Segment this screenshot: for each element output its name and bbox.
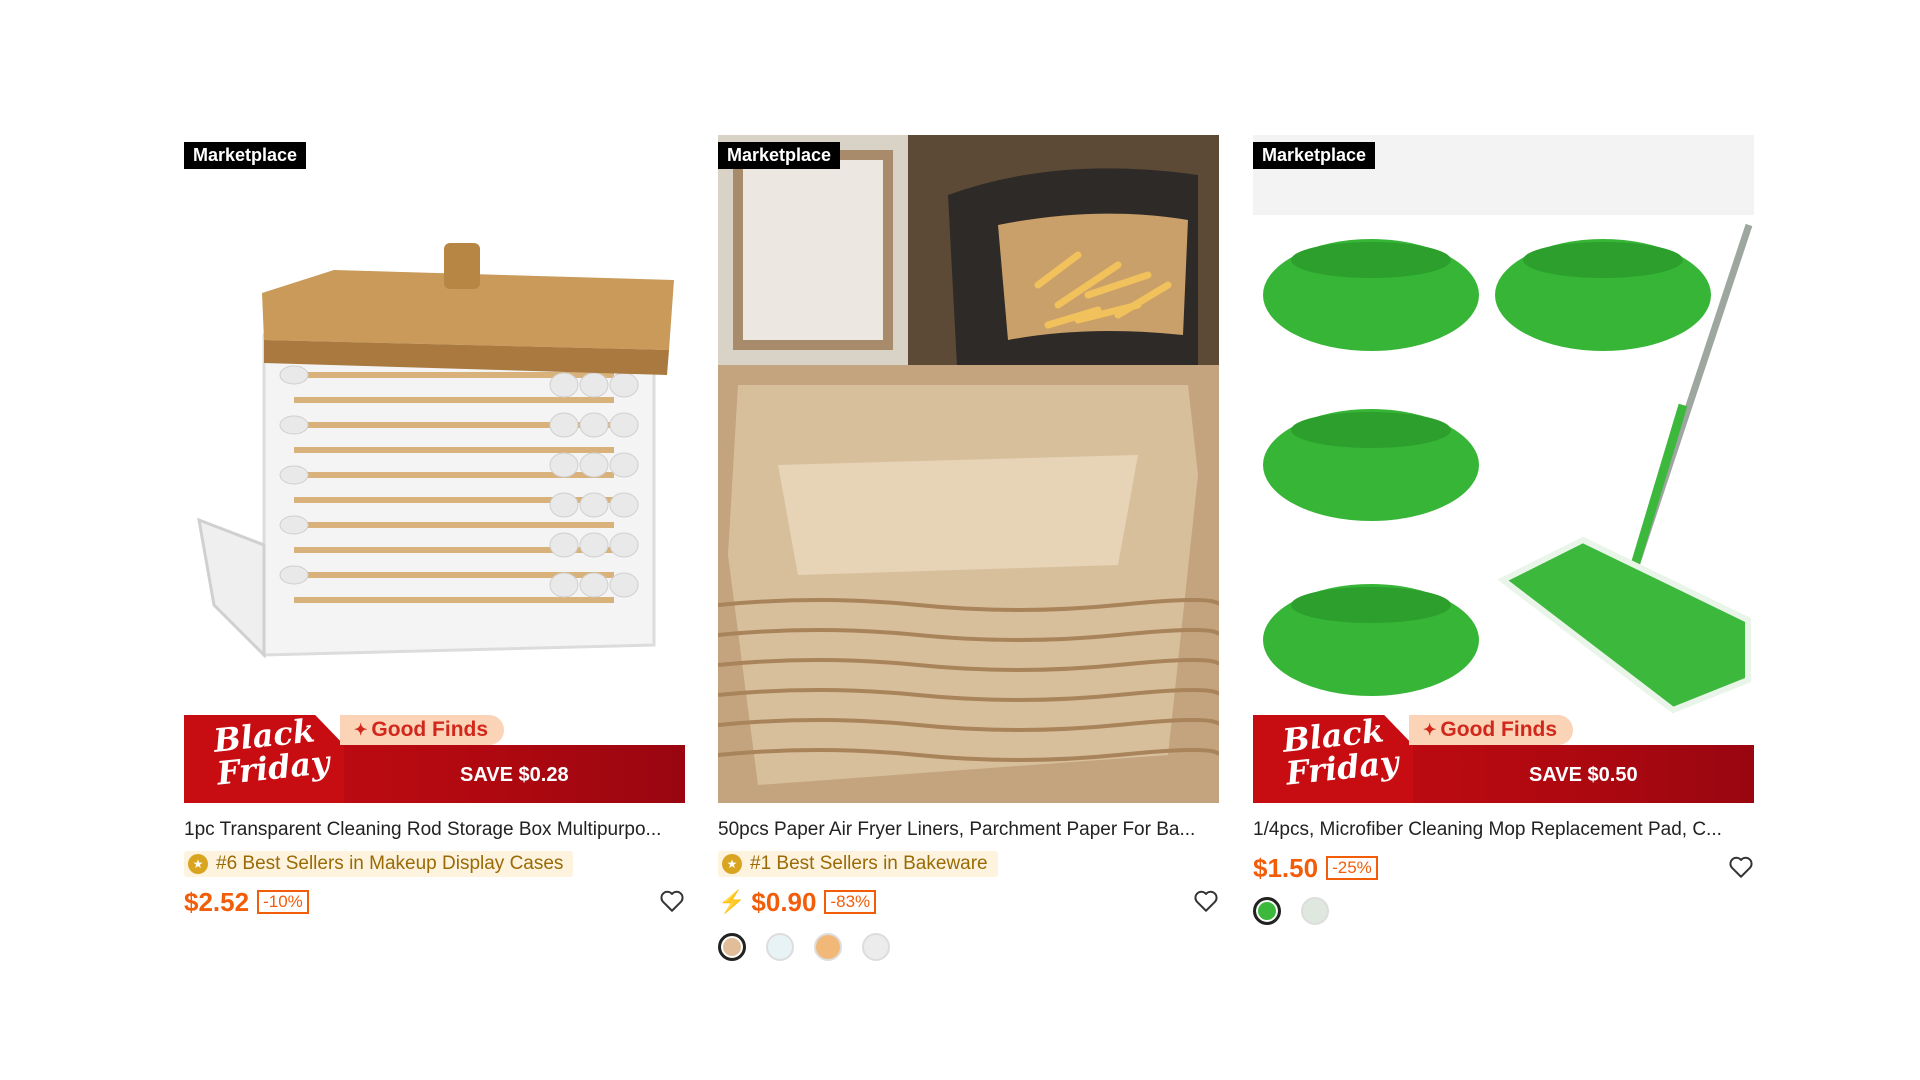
color-swatch[interactable] <box>1301 897 1329 925</box>
price: $2.52 <box>184 886 250 917</box>
marketplace-badge: Marketplace <box>718 142 841 169</box>
save-amount: SAVE $0.28 <box>460 764 569 786</box>
product-image[interactable]: Marketplace ✦ Good Finds Black Friday SA… <box>1253 135 1754 803</box>
medal-icon: ★ <box>188 854 208 874</box>
sparkle-icon: ✦ <box>1423 722 1437 739</box>
marketplace-badge: Marketplace <box>1253 142 1376 169</box>
discount-badge: -25% <box>1326 856 1378 880</box>
color-swatch[interactable] <box>862 933 890 961</box>
black-friday-banner: ✦ Good Finds Black Friday SAVE $0.28 <box>184 711 685 803</box>
price-row: $2.52 -10% <box>184 885 685 919</box>
color-swatch[interactable] <box>814 933 842 961</box>
color-swatch[interactable] <box>1253 897 1281 925</box>
product-image[interactable]: Marketplace <box>184 135 685 803</box>
price-row: $1.50 -25% <box>1253 851 1754 885</box>
color-swatches <box>1253 897 1754 925</box>
black-friday-logo: Black Friday <box>1280 711 1401 793</box>
save-amount: SAVE $0.50 <box>1529 764 1638 786</box>
marketplace-badge: Marketplace <box>184 142 307 169</box>
heart-outline-icon[interactable] <box>1193 889 1219 913</box>
product-image[interactable]: Marketplace <box>718 135 1219 803</box>
product-title[interactable]: 1pc Transparent Cleaning Rod Storage Box… <box>184 819 685 841</box>
price: $1.50 <box>1253 852 1319 883</box>
product-card[interactable]: Marketplace 50pcs Paper Air Fryer Liners… <box>718 135 1219 961</box>
medal-icon: ★ <box>722 854 742 874</box>
price-row: ⚡ $0.90 -83% <box>718 885 1219 919</box>
best-seller-rank[interactable]: ★ #1 Best Sellers in Bakeware <box>718 851 998 877</box>
color-swatch[interactable] <box>718 933 746 961</box>
product-photo-qtip-box <box>184 135 685 803</box>
color-swatch[interactable] <box>766 933 794 961</box>
product-card[interactable]: Marketplace ✦ Good Finds Black Friday SA… <box>1253 135 1754 925</box>
product-title[interactable]: 50pcs Paper Air Fryer Liners, Parchment … <box>718 819 1219 841</box>
discount-badge: -10% <box>257 890 309 914</box>
product-photo-air-fryer-liners <box>718 135 1219 803</box>
product-photo-mop-pads <box>1253 135 1754 803</box>
heart-outline-icon[interactable] <box>659 889 685 913</box>
good-finds-tag: ✦ Good Finds <box>340 715 505 745</box>
black-friday-banner: ✦ Good Finds Black Friday SAVE $0.50 <box>1253 711 1754 803</box>
heart-outline-icon[interactable] <box>1728 855 1754 879</box>
lightning-icon: ⚡ <box>718 889 746 914</box>
good-finds-tag: ✦ Good Finds <box>1409 715 1574 745</box>
discount-badge: -83% <box>824 890 877 914</box>
product-card[interactable]: Marketplace ✦ Good Finds Black Friday SA… <box>184 135 685 919</box>
best-seller-rank[interactable]: ★ #6 Best Sellers in Makeup Display Case… <box>184 851 574 877</box>
price: $0.90 <box>751 886 817 917</box>
product-title[interactable]: 1/4pcs, Microfiber Cleaning Mop Replacem… <box>1253 819 1754 841</box>
sparkle-icon: ✦ <box>354 722 368 739</box>
color-swatches <box>718 933 1219 961</box>
black-friday-logo: Black Friday <box>211 711 332 793</box>
